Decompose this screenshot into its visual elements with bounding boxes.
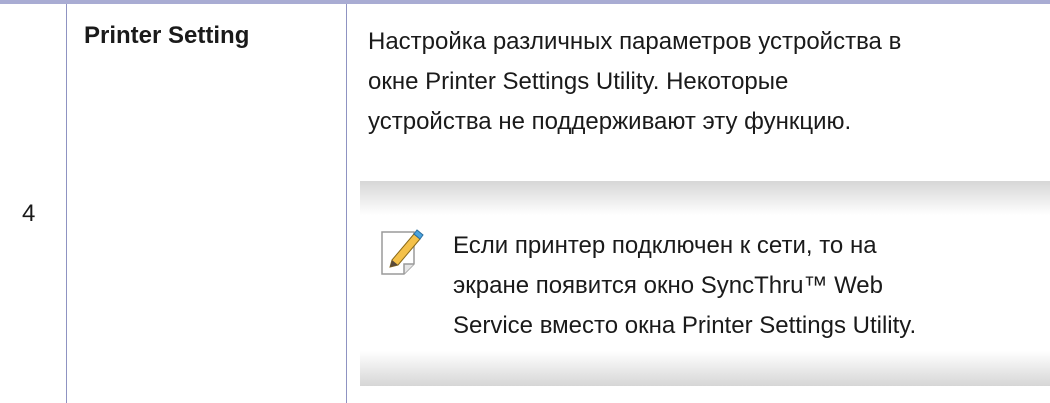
note-text: Если принтер подключен к сети, то на экр… <box>453 226 1050 346</box>
description-line: окне Printer Settings Utility. Некоторые <box>368 68 789 95</box>
note-line: Если принтер подключен к сети, то на <box>453 232 877 259</box>
feature-name: Printer Setting <box>84 22 250 49</box>
note-line: Service вместо окна Printer Settings Uti… <box>453 312 917 339</box>
feature-description: Настройка различных параметров устройств… <box>368 22 1048 142</box>
row-number: 4 <box>22 200 36 227</box>
column-divider-2 <box>346 4 347 403</box>
description-line: устройства не поддерживают эту функцию. <box>368 108 852 135</box>
note-pencil-icon <box>381 229 424 275</box>
note-box: Если принтер подключен к сети, то на экр… <box>360 181 1050 386</box>
note-line: экране появится окно SyncThru™ Web <box>453 272 883 299</box>
table-top-border <box>0 0 1050 4</box>
description-line: Настройка различных параметров устройств… <box>368 28 902 55</box>
column-divider-1 <box>66 4 67 403</box>
